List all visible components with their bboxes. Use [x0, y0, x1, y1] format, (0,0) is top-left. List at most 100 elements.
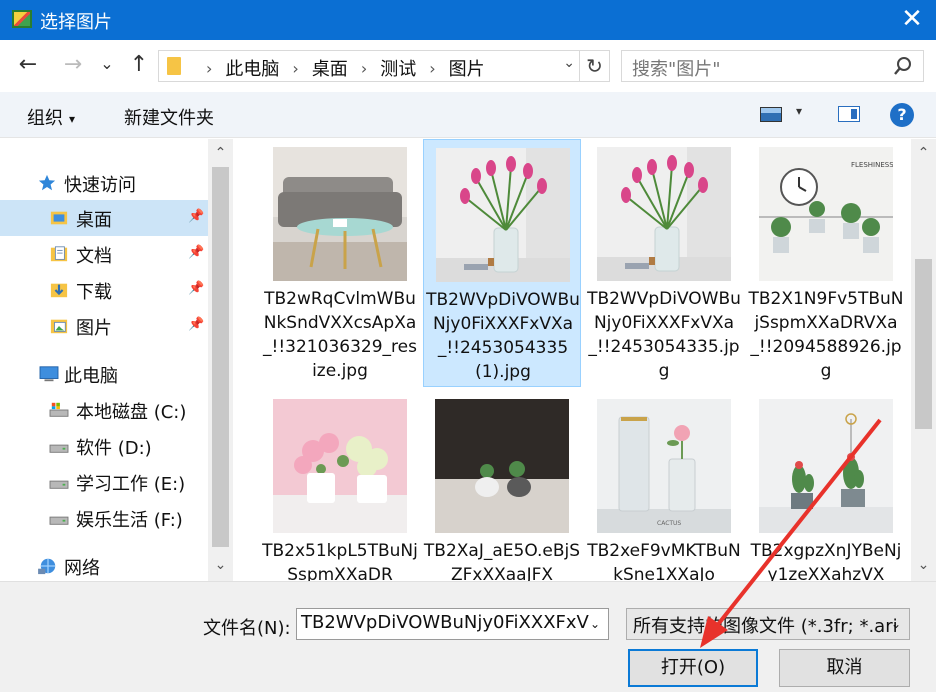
pin-icon: 📌 — [188, 281, 205, 296]
filename-field[interactable]: TB2WVpDiVOWBuNjy0FiXXXFxV ⌄ — [296, 608, 609, 640]
chevron-right-icon[interactable]: › — [429, 59, 435, 78]
breadcrumb: › 此电脑 › 桌面 › 测试 › 图片 — [193, 55, 485, 81]
scroll-down-icon[interactable]: ⌄ — [208, 557, 233, 573]
file-item[interactable]: TB2WVpDiVOWBuNjy0FiXXXFxVXa_!!2453054335… — [423, 139, 581, 387]
sidebar-item-label: 软件 (D:) — [76, 438, 152, 459]
thumbnail-text: CACTUS — [657, 520, 681, 527]
file-thumbnail: FLESHINESS POTTED — [759, 147, 893, 281]
file-thumbnail — [759, 399, 893, 533]
organize-menu[interactable]: 组织 ▾ — [27, 104, 75, 130]
filename-label: 文件名(N): — [203, 618, 291, 639]
sidebar-item-documents[interactable]: 文档 📌 — [0, 236, 208, 272]
file-name: TB2X1N9Fv5TBuNjSspmXXaDRVXa_!!2094588926… — [748, 289, 904, 381]
up-button[interactable]: ↑ — [124, 52, 154, 77]
sidebar-item-this-pc[interactable]: 此电脑 — [0, 356, 208, 392]
file-thumbnail — [597, 147, 731, 281]
downloads-icon — [50, 283, 68, 298]
search-icon[interactable] — [893, 56, 913, 76]
sidebar-item-downloads[interactable]: 下载 📌 — [0, 272, 208, 308]
file-type-select[interactable]: 所有支持的图像文件 (*.3fr; *.ari ⌄ — [626, 608, 910, 640]
search-input[interactable]: 搜索"图片" — [621, 50, 924, 82]
chevron-down-icon[interactable]: ⌄ — [590, 617, 600, 631]
file-type-value: 所有支持的图像文件 (*.3fr; *.ari — [633, 616, 898, 637]
chevron-right-icon[interactable]: › — [292, 59, 298, 78]
pictures-icon — [50, 319, 68, 334]
file-item[interactable]: TB2xgpzXnJYBeNjy1zeXXahzVX — [747, 391, 905, 581]
title-bar: 选择图片 ✕ — [0, 0, 936, 40]
sidebar-item-label: 桌面 — [76, 210, 112, 231]
chevron-right-icon: › — [206, 58, 213, 78]
file-item[interactable]: FLESHINESS POTTED TB2X1N9Fv5TBuNjSspmXXa… — [747, 139, 905, 387]
pin-icon: 📌 — [188, 317, 205, 332]
search-placeholder: 搜索"图片" — [632, 59, 721, 80]
command-bar: 组织 ▾ 新建文件夹 ▾ ? — [0, 92, 936, 138]
file-name: TB2WVpDiVOWBuNjy0FiXXXFxVXa_!!2453054335… — [587, 289, 741, 381]
open-button[interactable]: 打开(O) — [628, 649, 758, 687]
sidebar-item-drive-e[interactable]: 学习工作 (E:) — [0, 464, 208, 500]
sidebar-item-network[interactable]: 网络 — [0, 548, 208, 584]
refresh-button[interactable]: ↻ — [579, 51, 609, 81]
pin-icon: 📌 — [188, 209, 205, 224]
back-button[interactable]: ← — [13, 52, 43, 77]
computer-icon — [39, 366, 59, 382]
network-icon — [38, 558, 56, 575]
file-list-scrollbar[interactable]: ⌃ ⌄ — [911, 139, 936, 581]
navigation-pane: 快速访问 桌面 📌 文档 📌 下载 📌 图片 📌 此电脑 本地磁盘 (C:) 软… — [0, 139, 233, 581]
file-thumbnail: CACTUS — [597, 399, 731, 533]
cancel-button[interactable]: 取消 — [779, 649, 910, 687]
file-item[interactable]: TB2XaJ_aE5O.eBjSZFxXXaaJFX — [423, 391, 581, 581]
breadcrumb-pictures[interactable]: 图片 — [449, 55, 485, 81]
sidebar-scrollbar[interactable]: ⌃ ⌄ — [208, 139, 233, 581]
chevron-right-icon[interactable]: › — [361, 59, 367, 78]
recent-locations-button[interactable]: ⌄ — [92, 54, 122, 73]
preview-pane-icon[interactable] — [838, 106, 860, 122]
chevron-down-icon[interactable]: ⌄ — [891, 617, 901, 631]
window-title: 选择图片 — [40, 12, 112, 33]
sidebar-item-drive-c[interactable]: 本地磁盘 (C:) — [0, 392, 208, 428]
star-icon — [38, 174, 56, 191]
scrollbar-thumb[interactable] — [915, 259, 932, 429]
file-name: TB2xgpzXnJYBeNjy1zeXXahzVX — [750, 541, 902, 581]
drive-icon — [49, 516, 69, 525]
view-options-caret-icon[interactable]: ▾ — [796, 104, 802, 118]
pin-icon: 📌 — [188, 245, 205, 260]
sidebar-item-label: 图片 — [76, 318, 112, 339]
help-icon[interactable]: ? — [890, 103, 914, 127]
app-icon — [12, 10, 32, 28]
file-item[interactable]: TB2wRqCvlmWBuNkSndVXXcsApXa_!!321036329_… — [261, 139, 419, 387]
documents-icon — [50, 246, 68, 262]
file-name: TB2XaJ_aE5O.eBjSZFxXXaaJFX — [423, 541, 581, 581]
caret-down-icon: ▾ — [69, 112, 76, 126]
close-button[interactable]: ✕ — [888, 0, 936, 40]
drive-icon — [49, 480, 69, 489]
sidebar-item-drive-f[interactable]: 娱乐生活 (F:) — [0, 500, 208, 536]
scroll-up-icon[interactable]: ⌃ — [911, 145, 936, 161]
file-item[interactable]: TB2x51kpL5TBuNjSspmXXaDR — [261, 391, 419, 581]
scroll-down-icon[interactable]: ⌄ — [911, 557, 936, 573]
file-thumbnail — [435, 399, 569, 533]
drive-icon — [49, 444, 69, 453]
forward-button[interactable]: → — [58, 52, 88, 77]
file-list[interactable]: TB2wRqCvlmWBuNkSndVXXcsApXa_!!321036329_… — [233, 139, 911, 581]
breadcrumb-this-pc[interactable]: 此电脑 — [225, 55, 279, 81]
scrollbar-thumb[interactable] — [212, 167, 229, 547]
breadcrumb-test[interactable]: 测试 — [380, 55, 416, 81]
breadcrumb-desktop[interactable]: 桌面 — [312, 55, 348, 81]
address-bar[interactable]: › 此电脑 › 桌面 › 测试 › 图片 ⌄ ↻ — [158, 50, 610, 82]
file-item[interactable]: TB2WVpDiVOWBuNjy0FiXXXFxVXa_!!2453054335… — [585, 139, 743, 387]
sidebar-item-quick-access[interactable]: 快速访问 — [0, 165, 208, 201]
file-name: TB2WVpDiVOWBuNjy0FiXXXFxVXa_!!2453054335… — [426, 290, 580, 382]
thumbnail-text: FLESHINESS POTTED — [851, 161, 893, 169]
drive-c-icon — [49, 402, 69, 417]
sidebar-item-drive-d[interactable]: 软件 (D:) — [0, 428, 208, 464]
scroll-up-icon[interactable]: ⌃ — [208, 145, 233, 161]
chevron-down-icon[interactable]: ⌄ — [563, 55, 575, 71]
sidebar-item-label: 下载 — [76, 282, 112, 303]
change-view-icon[interactable] — [760, 107, 782, 122]
folder-desktop-icon — [50, 211, 68, 225]
sidebar-item-label: 文档 — [76, 246, 112, 267]
new-folder-button[interactable]: 新建文件夹 — [124, 104, 214, 130]
sidebar-item-desktop[interactable]: 桌面 📌 — [0, 200, 208, 236]
file-item[interactable]: CACTUS TB2xeF9vMKTBuNkSne1XXaJo — [585, 391, 743, 581]
sidebar-item-pictures[interactable]: 图片 📌 — [0, 308, 208, 344]
